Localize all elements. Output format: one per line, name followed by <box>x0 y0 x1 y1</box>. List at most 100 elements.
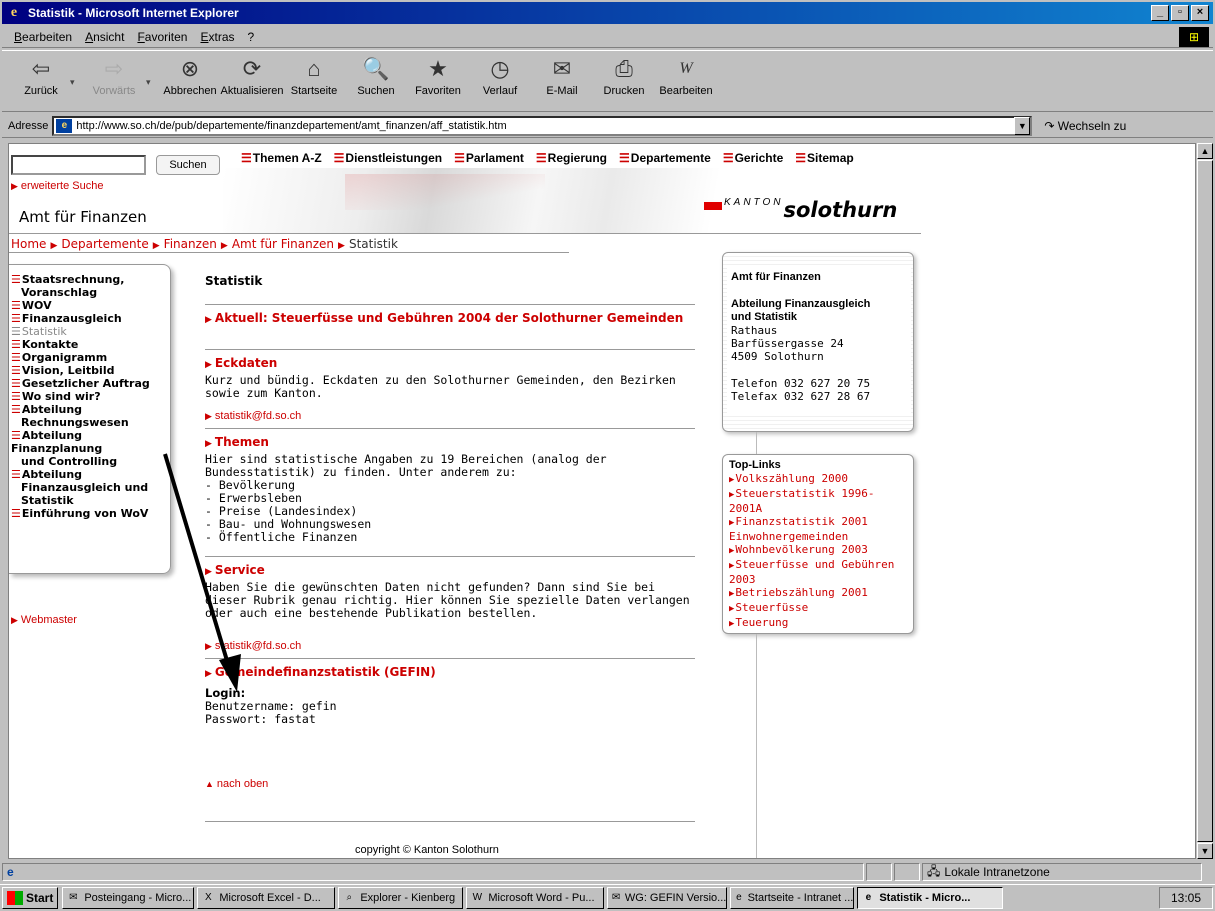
breadcrumb-link[interactable]: Home <box>11 237 46 251</box>
sidebar-item-vision-leitbild[interactable]: ☰Vision, Leitbild <box>11 364 170 377</box>
abbrechen-button[interactable]: ⊗ Abbrechen <box>160 51 220 109</box>
taskbar-item[interactable]: ✉ Posteingang - Micro... <box>62 887 195 909</box>
taskbar-item[interactable]: e Startseite - Intranet ... <box>730 887 855 909</box>
top-link[interactable]: ▶Volkszählung 2000 <box>729 472 907 487</box>
taskbar-item[interactable]: W Microsoft Word - Pu... <box>466 887 605 909</box>
menu-bars-icon: ☰ <box>11 390 21 403</box>
top-link-cont[interactable]: Einwohnergemeinden <box>729 530 907 543</box>
service-link[interactable]: ▶ Service <box>205 563 695 577</box>
menu-help[interactable]: ? <box>248 30 255 44</box>
drucken-button[interactable]: ⎙ Drucken <box>594 51 654 109</box>
breadcrumb-link[interactable]: Departemente <box>61 237 148 251</box>
menu-bearbeiten[interactable]: Bearbeiten <box>14 30 72 44</box>
advanced-search-link[interactable]: ▶ erweiterte Suche <box>11 180 103 192</box>
top-navigation: ☰Themen A-Z ☰Dienstleistungen ☰Parlament ☰R… <box>241 148 866 168</box>
menu-favoriten[interactable]: Favoriten <box>137 30 187 44</box>
taskbar-item[interactable]: ⌕ Explorer - Kienberg <box>338 887 464 909</box>
eckdaten-link[interactable]: ▶ Eckdaten <box>205 356 695 370</box>
back-to-top-link[interactable]: ▲ nach oben <box>205 778 695 790</box>
maximize-button[interactable]: ▫ <box>1171 5 1189 21</box>
menu-ansicht[interactable]: Ansicht <box>85 30 124 44</box>
email-link[interactable]: ▶ statistik@fd.so.ch <box>205 410 695 422</box>
top-link[interactable]: ▶Steuerstatistik 1996-2001A <box>729 487 907 515</box>
address-dropdown-button[interactable]: ▼ <box>1014 116 1031 135</box>
sidebar-item-gesetzlicher-auftrag[interactable]: ☰Gesetzlicher Auftrag <box>11 377 170 390</box>
app-icon: ⌕ <box>346 892 353 903</box>
sidebar-item-finanzausgleich[interactable]: ☰Finanzausgleich <box>11 312 170 325</box>
zur-ck-button[interactable]: ⇦ Zurück <box>14 51 68 109</box>
top-link-cont[interactable]: 2003 <box>729 573 907 586</box>
menu-bars-icon: ☰ <box>454 151 465 165</box>
sidebar-item-label-cont[interactable]: Rechnungswesen <box>11 416 170 429</box>
sidebar-item-kontakte[interactable]: ☰Kontakte <box>11 338 170 351</box>
email-link[interactable]: ▶ statistik@fd.so.ch <box>205 640 695 652</box>
e-mail-button[interactable]: ✉ E-Mail <box>532 51 592 109</box>
sidebar-item-einf-hrung-von-wov[interactable]: ☰Einführung von WoV <box>11 507 170 520</box>
taskbar-item[interactable]: X Microsoft Excel - D... <box>197 887 336 909</box>
topnav-item-themen-a-z[interactable]: ☰Themen A-Z <box>241 151 328 165</box>
aktualisieren-button[interactable]: ⟳ Aktualisieren <box>221 51 284 109</box>
topnav-item-departemente[interactable]: ☰Departemente <box>619 151 717 165</box>
startseite-button[interactable]: ⌂ Startseite <box>284 51 344 109</box>
vertical-scrollbar[interactable]: ▲ ▼ <box>1196 143 1213 859</box>
favoriten-button[interactable]: ★ Favoriten <box>408 51 468 109</box>
taskbar-item[interactable]: ✉ WG: GEFIN Versio... <box>607 887 728 909</box>
search-button[interactable]: Suchen <box>156 155 220 175</box>
top-link[interactable]: ▶Finanzstatistik 2001 <box>729 515 907 530</box>
kanton-solothurn-logo[interactable]: KANTON solothurn <box>704 197 897 222</box>
sidebar-item-organigramm[interactable]: ☰Organigramm <box>11 351 170 364</box>
breadcrumb-link[interactable]: Amt für Finanzen <box>232 237 334 251</box>
go-button[interactable]: ↷ Wechseln zu <box>1044 119 1126 133</box>
scroll-down-button[interactable]: ▼ <box>1197 843 1213 859</box>
dropdown-arrow-icon[interactable]: ▾ <box>70 51 84 88</box>
top-link[interactable]: ▶Steuerfüsse <box>729 601 907 616</box>
scroll-up-button[interactable]: ▲ <box>1197 143 1213 159</box>
dropdown-arrow-icon[interactable]: ▾ <box>146 51 160 88</box>
top-link[interactable]: ▶Betriebszählung 2001 <box>729 586 907 601</box>
sidebar-item-label-cont[interactable]: Voranschlag <box>11 286 170 299</box>
topnav-item-gerichte[interactable]: ☰Gerichte <box>723 151 789 165</box>
menu-extras[interactable]: Extras <box>200 30 234 44</box>
start-button[interactable]: Start <box>2 887 59 909</box>
sidebar-item-wo-sind-wir-[interactable]: ☰Wo sind wir? <box>11 390 170 403</box>
breadcrumb-link[interactable]: Finanzen <box>164 237 217 251</box>
scroll-thumb[interactable] <box>1197 160 1213 842</box>
top-link[interactable]: ▶Wohnbevölkerung 2003 <box>729 543 907 558</box>
webmaster-link[interactable]: ▶ Webmaster <box>11 614 77 626</box>
taskbar-item[interactable]: e Statistik - Micro... <box>857 887 1004 909</box>
top-link-label: Steuerfüsse <box>735 601 809 614</box>
sidebar-item-staatsrechnung-[interactable]: ☰Staatsrechnung, <box>11 273 170 286</box>
top-link[interactable]: ▶Teuerung <box>729 616 907 631</box>
divider <box>9 233 921 234</box>
vorw-rts-button[interactable]: ⇨ Vorwärts <box>84 51 144 109</box>
suchen-button[interactable]: 🔍 Suchen <box>346 51 406 109</box>
address-input[interactable]: e http://www.so.ch/de/pub/departemente/f… <box>52 115 1033 136</box>
sidebar-item-wov[interactable]: ☰WOV <box>11 299 170 312</box>
arrow-right-icon: ▶ <box>205 669 212 679</box>
sidebar-item-label-cont[interactable]: Finanzausgleich und <box>11 481 170 494</box>
contact-title: Amt für Finanzen <box>731 271 821 283</box>
menu-bars-icon: ☰ <box>619 151 630 165</box>
sidebar-item-label-cont[interactable]: und Controlling <box>11 455 170 468</box>
divider <box>205 349 695 350</box>
gefin-link[interactable]: ▶ Gemeindefinanzstatistik (GEFIN) <box>205 665 695 679</box>
bearbeiten-button[interactable]: W Bearbeiten <box>656 51 716 109</box>
topnav-item-sitemap[interactable]: ☰Sitemap <box>795 151 859 165</box>
verlauf-button[interactable]: ◷ Verlauf <box>470 51 530 109</box>
themen-link[interactable]: ▶ Themen <box>205 435 695 449</box>
aktuell-link[interactable]: ▶ Aktuell: Steuerfüsse und Gebühren 2004 … <box>205 311 695 325</box>
top-link[interactable]: ▶Steuerfüsse und Gebühren <box>729 558 907 573</box>
sidebar-item-label-cont[interactable]: Statistik <box>11 494 170 507</box>
search-input[interactable] <box>11 155 146 175</box>
arrow-right-icon: ▶ <box>50 241 58 251</box>
sidebar-item-statistik[interactable]: ☰Statistik <box>11 325 170 338</box>
sidebar-item-abteilung-finanzplanung[interactable]: ☰Abteilung Finanzplanung <box>11 429 170 455</box>
title-bar[interactable]: e Statistik - Microsoft Internet Explore… <box>2 2 1213 24</box>
topnav-item-dienstleistungen[interactable]: ☰Dienstleistungen <box>334 151 448 165</box>
minimize-button[interactable]: _ <box>1151 5 1169 21</box>
close-button[interactable]: × <box>1191 5 1209 21</box>
sidebar-item-abteilung[interactable]: ☰Abteilung <box>11 468 170 481</box>
topnav-item-parlament[interactable]: ☰Parlament <box>454 151 530 165</box>
topnav-item-regierung[interactable]: ☰Regierung <box>536 151 613 165</box>
sidebar-item-abteilung[interactable]: ☰Abteilung <box>11 403 170 416</box>
